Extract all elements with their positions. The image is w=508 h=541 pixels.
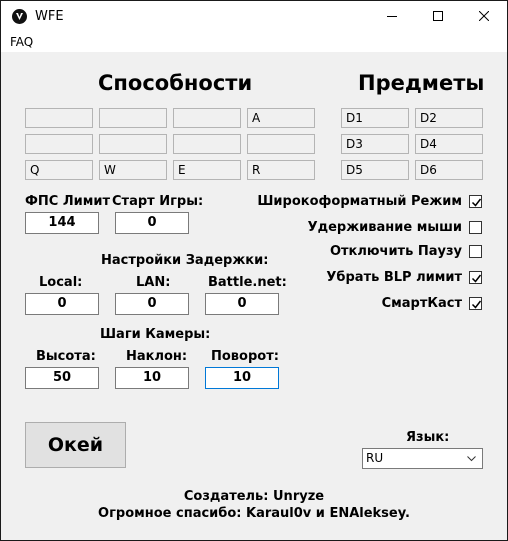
item-slot-2[interactable]: D2	[415, 108, 483, 128]
camera-height-input[interactable]: 50	[25, 367, 99, 389]
delay-local-label: Local:	[39, 275, 83, 290]
checkmark-icon	[471, 300, 482, 309]
item-slot-3[interactable]: D3	[341, 134, 409, 154]
main-window: WFE FAQ Способности Предметы A Q W E R D…	[0, 0, 508, 541]
maximize-button[interactable]	[415, 1, 461, 32]
item-slot-4[interactable]: D4	[415, 134, 483, 154]
option-smartcast-checkbox[interactable]	[469, 297, 482, 310]
option-widescreen-label: Широкоформатный Режим	[257, 194, 462, 209]
ability-slot-6[interactable]	[99, 134, 167, 154]
close-icon	[479, 11, 489, 21]
item-slot-6[interactable]: D6	[415, 160, 483, 180]
ability-slot-4[interactable]: A	[247, 108, 315, 128]
option-widescreen-checkbox[interactable]	[469, 195, 482, 208]
close-button[interactable]	[461, 1, 507, 32]
camera-tilt-input[interactable]: 10	[115, 367, 189, 389]
option-blp-limit-checkbox[interactable]	[469, 271, 482, 284]
title-bar[interactable]: WFE	[1, 1, 507, 32]
minimize-button[interactable]	[369, 1, 415, 32]
ability-slot-8[interactable]	[247, 134, 315, 154]
checkmark-icon	[471, 274, 482, 283]
delay-battlenet-input[interactable]: 0	[205, 293, 279, 315]
camera-height-label: Высота:	[36, 349, 96, 364]
delay-lan-input[interactable]: 0	[115, 293, 189, 315]
camera-steps-heading: Шаги Камеры:	[100, 327, 211, 342]
option-smartcast-label: СмартКаст	[381, 296, 462, 311]
maximize-icon	[433, 11, 443, 21]
language-select[interactable]: RU	[362, 448, 483, 469]
credits-author: Создатель: Unryze	[183, 489, 325, 504]
fps-limit-input[interactable]: 144	[25, 212, 99, 234]
delay-settings-heading: Настройки Задержки:	[101, 253, 269, 268]
minimize-icon	[387, 16, 397, 17]
ability-slot-12[interactable]: R	[247, 160, 315, 180]
app-logo-icon	[12, 9, 27, 24]
item-slot-5[interactable]: D5	[341, 160, 409, 180]
menu-faq[interactable]: FAQ	[10, 35, 33, 49]
menu-bar: FAQ	[1, 32, 507, 52]
chevron-down-icon	[467, 456, 476, 462]
window-title: WFE	[35, 9, 64, 24]
ok-button[interactable]: Окей	[25, 422, 126, 468]
items-heading: Предметы	[358, 71, 485, 95]
ability-slot-10[interactable]: W	[99, 160, 167, 180]
camera-tilt-label: Наклон:	[126, 349, 188, 364]
credits-thanks: Огромное спасибо: Karaul0v и ENAleksey.	[98, 506, 410, 521]
item-slot-1[interactable]: D1	[341, 108, 409, 128]
abilities-heading: Способности	[98, 71, 253, 95]
option-disable-pause-checkbox[interactable]	[469, 245, 482, 258]
game-start-label: Старт Игры:	[112, 194, 204, 209]
option-blp-limit-label: Убрать BLP лимит	[326, 270, 462, 285]
ability-slot-1[interactable]	[25, 108, 93, 128]
delay-lan-label: LAN:	[136, 275, 171, 290]
ability-slot-2[interactable]	[99, 108, 167, 128]
ability-slot-5[interactable]	[25, 134, 93, 154]
language-label: Язык:	[406, 430, 450, 445]
checkmark-icon	[471, 198, 482, 207]
option-disable-pause-label: Отключить Паузу	[329, 244, 462, 259]
game-start-input[interactable]: 0	[115, 212, 189, 234]
camera-rotation-input[interactable]: 10	[205, 367, 279, 389]
ability-slot-9[interactable]: Q	[25, 160, 93, 180]
delay-local-input[interactable]: 0	[25, 293, 99, 315]
language-select-value: RU	[366, 451, 384, 465]
ability-slot-7[interactable]	[173, 134, 241, 154]
ability-slot-3[interactable]	[173, 108, 241, 128]
camera-rotation-label: Поворот:	[211, 349, 279, 364]
ability-slot-11[interactable]: E	[173, 160, 241, 180]
option-mouse-lock-label: Удерживание мыши	[307, 220, 462, 235]
option-mouse-lock-checkbox[interactable]	[469, 221, 482, 234]
delay-battlenet-label: Battle.net:	[208, 275, 287, 290]
fps-limit-label: ФПС Лимит	[25, 194, 111, 209]
